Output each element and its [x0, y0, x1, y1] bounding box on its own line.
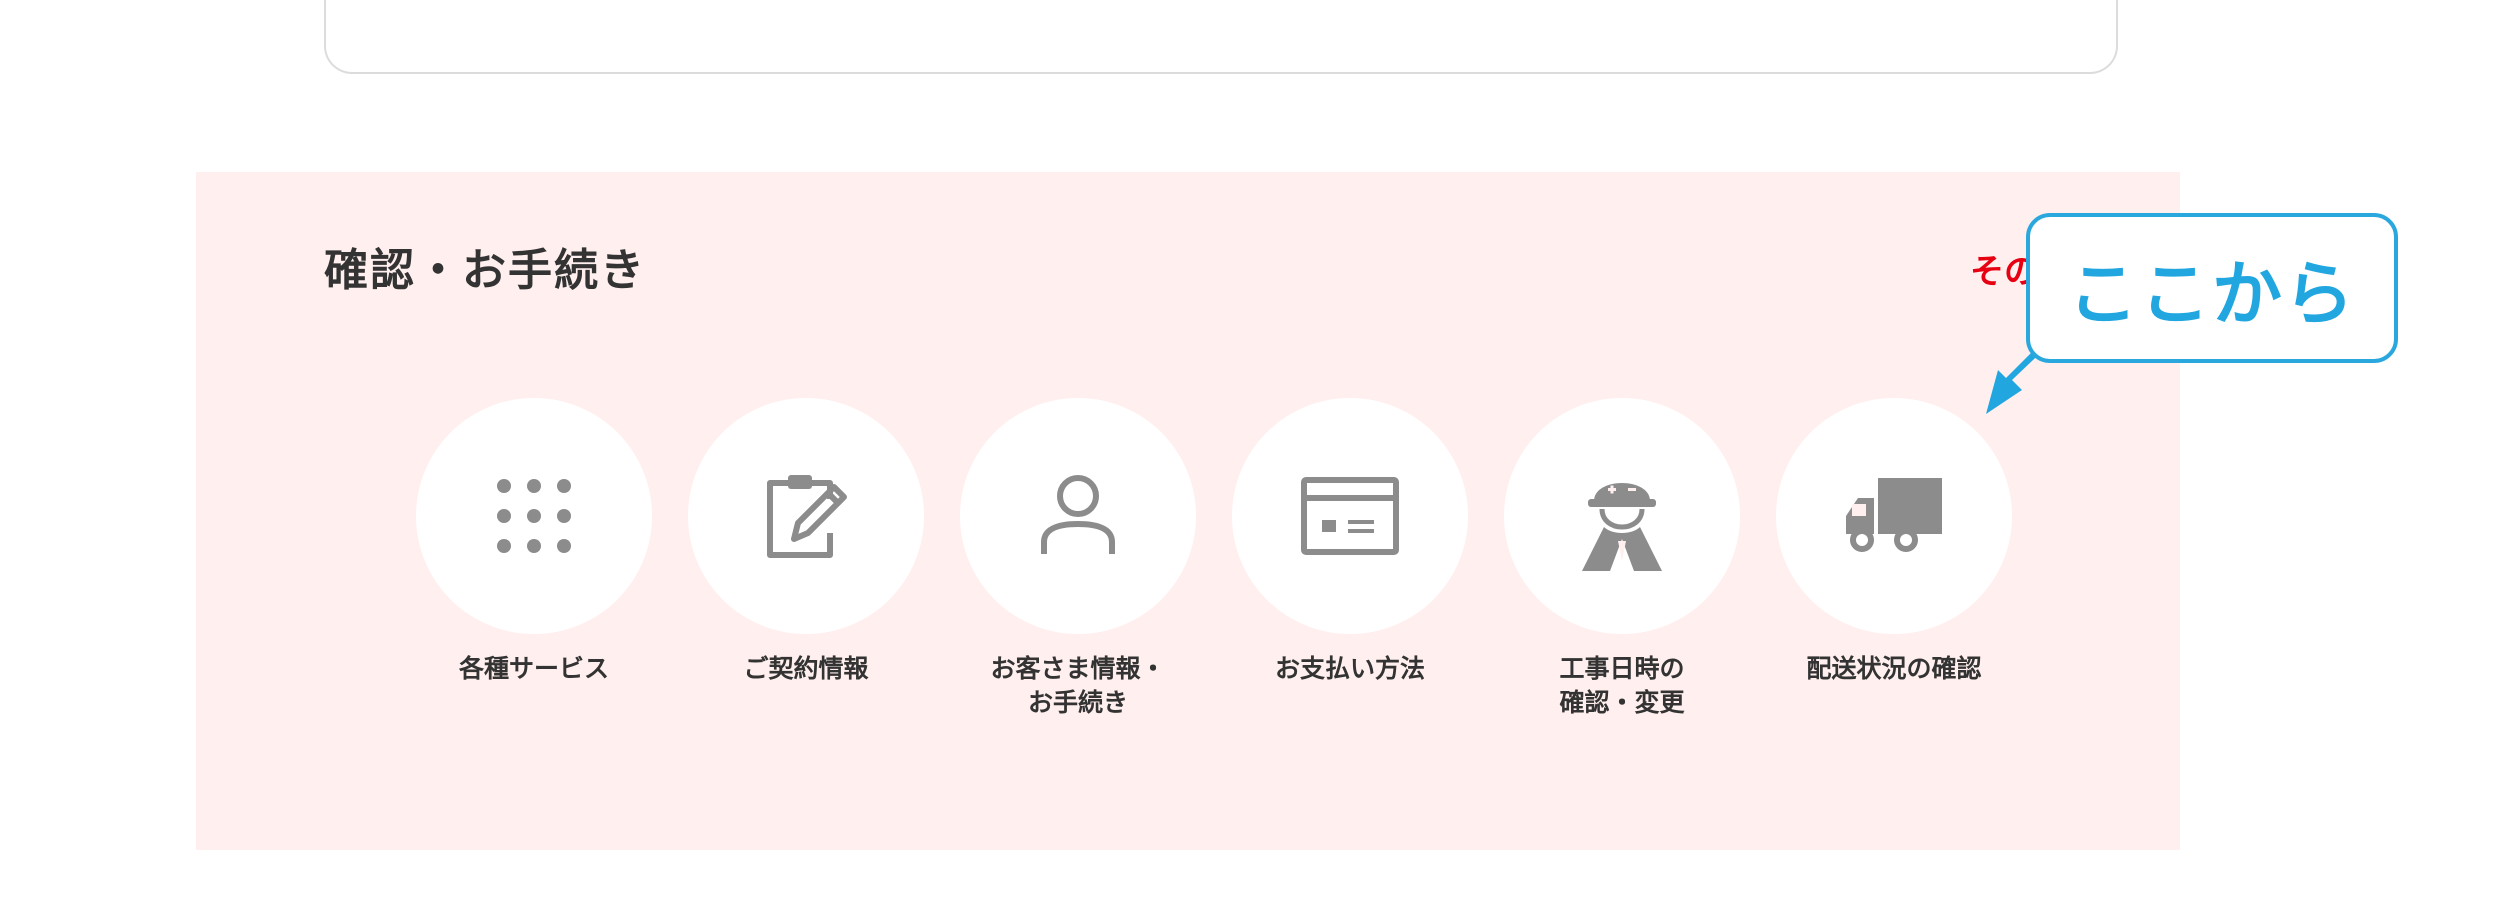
- person-icon: [1041, 475, 1115, 554]
- service-label: 各種サービス: [458, 654, 609, 683]
- procedures-section: 確認・お手続き その 各種サービス ご契約情報 お客さま情報・ お手続き お支払…: [196, 172, 2180, 850]
- service-circle[interactable]: [960, 398, 1196, 634]
- payment-card-icon: [1301, 477, 1399, 555]
- service-circle[interactable]: [688, 398, 924, 634]
- service-circle[interactable]: [1504, 398, 1740, 634]
- section-title: 確認・お手続き: [324, 245, 646, 296]
- service-circle[interactable]: [1776, 398, 2012, 634]
- service-label: お客さま情報・ お手続き: [990, 654, 1166, 717]
- service-label: 工事日時の 確認・変更: [1559, 654, 1685, 717]
- service-circle[interactable]: [416, 398, 652, 634]
- service-circle[interactable]: [1232, 398, 1468, 634]
- service-label: お支払い方法: [1274, 654, 1425, 683]
- service-label: 配送状況の確認: [1806, 654, 1982, 683]
- delivery-truck-icon: [1846, 478, 1942, 552]
- service-label: ご契約情報: [743, 654, 869, 683]
- clipboard-edit-icon: [767, 475, 847, 558]
- construction-worker-icon: [1582, 483, 1662, 571]
- callout-bubble: ここから: [2026, 213, 2398, 363]
- top-card: [324, 0, 2118, 74]
- grid-dots-icon: [497, 479, 571, 553]
